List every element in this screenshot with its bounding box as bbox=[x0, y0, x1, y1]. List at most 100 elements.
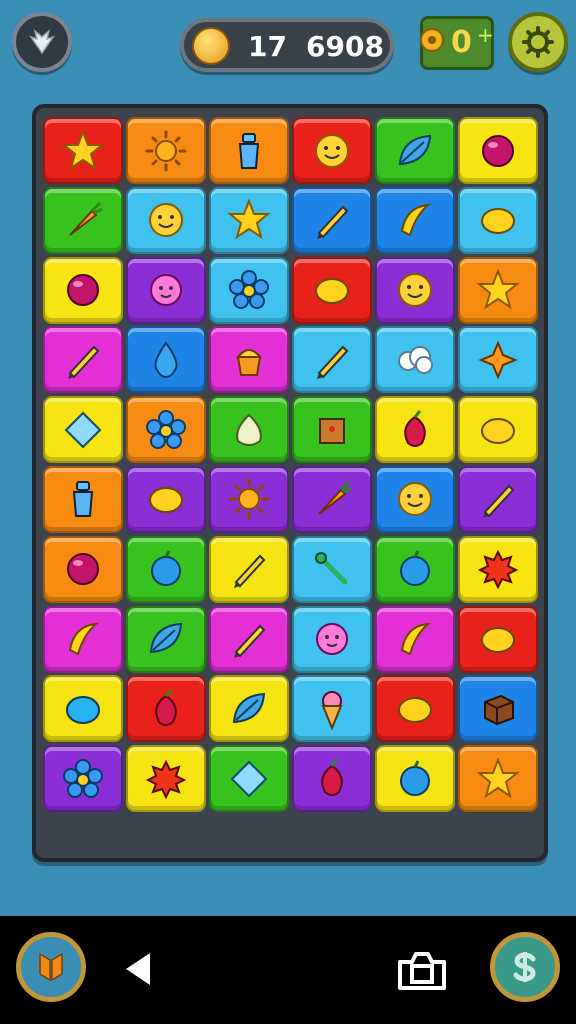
bottle-icon bbox=[238, 132, 260, 169]
gem-plus-icon: + bbox=[477, 23, 494, 47]
leaf-icon bbox=[149, 622, 183, 654]
tile-purple-flower-face[interactable] bbox=[126, 256, 206, 324]
tile-yellow-pencil[interactable] bbox=[209, 535, 289, 603]
tile-blue-smiley[interactable] bbox=[375, 465, 455, 533]
tile-purple-sun[interactable] bbox=[209, 465, 289, 533]
flower-icon bbox=[146, 409, 186, 449]
tile-blue-pencil[interactable] bbox=[292, 186, 372, 254]
pencil-icon bbox=[234, 624, 266, 659]
gem-counter[interactable]: 0 + bbox=[420, 16, 494, 70]
flower-icon bbox=[63, 758, 103, 798]
tile-orange-flower[interactable] bbox=[126, 396, 206, 464]
tile-red-lemon[interactable] bbox=[458, 605, 538, 673]
lemon-icon bbox=[315, 278, 349, 305]
lemon-icon bbox=[481, 417, 515, 444]
tile-orange-bottle[interactable] bbox=[209, 117, 289, 184]
tile-yellow-leaf[interactable] bbox=[209, 675, 289, 743]
tile-cyan-pencil[interactable] bbox=[292, 326, 372, 394]
cube-icon bbox=[484, 694, 514, 725]
tile-magenta-cupcake[interactable] bbox=[209, 326, 289, 394]
tile-cyan-flower[interactable] bbox=[209, 256, 289, 324]
tile-orange-star[interactable] bbox=[458, 745, 538, 813]
tile-yellow-diamond[interactable] bbox=[43, 396, 123, 464]
ball-icon bbox=[67, 553, 99, 586]
settings-button[interactable] bbox=[508, 12, 568, 72]
tile-cyan-stick[interactable] bbox=[292, 535, 372, 603]
tile-blue-drop[interactable] bbox=[126, 326, 206, 394]
tile-orange-star[interactable] bbox=[458, 256, 538, 324]
cloud-icon bbox=[398, 345, 433, 374]
tile-green-apple[interactable] bbox=[126, 535, 206, 603]
tile-yellow-apple[interactable] bbox=[375, 745, 455, 813]
apple-icon bbox=[400, 550, 430, 587]
tile-red-radish[interactable] bbox=[126, 675, 206, 743]
tile-magenta-banana[interactable] bbox=[43, 605, 123, 673]
tile-orange-ball[interactable] bbox=[43, 535, 123, 603]
tile-magenta-banana[interactable] bbox=[375, 605, 455, 673]
pencil-icon bbox=[483, 485, 515, 519]
tile-purple-carrot[interactable] bbox=[292, 465, 372, 533]
sun-icon bbox=[145, 130, 187, 171]
tile-magenta-pencil[interactable] bbox=[43, 326, 123, 394]
apple-icon bbox=[400, 760, 430, 796]
tile-yellow-ball[interactable] bbox=[458, 117, 538, 184]
star-icon bbox=[61, 128, 105, 170]
flower-icon bbox=[229, 270, 269, 310]
tile-orange-bottle[interactable] bbox=[43, 465, 123, 533]
game-board bbox=[32, 104, 548, 862]
tile-yellow-lemon[interactable] bbox=[458, 396, 538, 464]
tile-green-leaf[interactable] bbox=[375, 117, 455, 184]
leaf-icon bbox=[398, 134, 432, 165]
tile-yellow-splat[interactable] bbox=[126, 745, 206, 813]
tile-grid bbox=[43, 117, 538, 813]
banana-icon bbox=[400, 204, 432, 237]
gear-gem-icon bbox=[420, 28, 444, 52]
tile-red-lemon[interactable] bbox=[292, 256, 372, 324]
radish-icon bbox=[404, 409, 426, 447]
tile-cyan-star[interactable] bbox=[209, 186, 289, 254]
back-triangle-icon[interactable] bbox=[122, 950, 154, 988]
lemon-icon bbox=[481, 208, 515, 235]
bookmark-button[interactable] bbox=[16, 932, 86, 1002]
onion-icon bbox=[236, 413, 262, 446]
tile-magenta-pencil[interactable] bbox=[209, 605, 289, 673]
tile-blue-banana[interactable] bbox=[375, 186, 455, 254]
tile-cyan-sparkle[interactable] bbox=[458, 326, 538, 394]
menu-button[interactable] bbox=[12, 12, 72, 72]
tile-purple-radish[interactable] bbox=[292, 745, 372, 813]
tile-green-leaf[interactable] bbox=[126, 605, 206, 673]
camera-icon[interactable] bbox=[396, 948, 448, 992]
tile-cyan-smiley[interactable] bbox=[126, 186, 206, 254]
tile-purple-smiley[interactable] bbox=[375, 256, 455, 324]
tile-red-star[interactable] bbox=[43, 117, 123, 184]
tile-green-box[interactable] bbox=[292, 396, 372, 464]
tile-cyan-lemon[interactable] bbox=[458, 186, 538, 254]
bottle-icon bbox=[72, 481, 94, 518]
banana-icon bbox=[400, 622, 432, 656]
tile-red-lemon[interactable] bbox=[375, 675, 455, 743]
shop-button[interactable] bbox=[490, 932, 560, 1002]
tile-purple-lemon[interactable] bbox=[126, 465, 206, 533]
cupcake-icon bbox=[235, 348, 263, 376]
tile-cyan-flower-face[interactable] bbox=[292, 605, 372, 673]
tile-yellow-radish[interactable] bbox=[375, 396, 455, 464]
tile-green-onion[interactable] bbox=[209, 396, 289, 464]
tile-green-carrot[interactable] bbox=[43, 186, 123, 254]
tile-blue-cube[interactable] bbox=[458, 675, 538, 743]
leaf-icon bbox=[232, 692, 266, 723]
tile-orange-sun[interactable] bbox=[126, 117, 206, 184]
tile-purple-pencil[interactable] bbox=[458, 465, 538, 533]
tile-yellow-splat[interactable] bbox=[458, 535, 538, 603]
splat-icon bbox=[145, 759, 187, 799]
stick-icon bbox=[315, 552, 348, 585]
tile-green-apple[interactable] bbox=[375, 535, 455, 603]
tile-green-diamond[interactable] bbox=[209, 745, 289, 813]
tile-yellow-ball[interactable] bbox=[43, 256, 123, 324]
tile-cyan-icecream[interactable] bbox=[292, 675, 372, 743]
moves-counter: 17 bbox=[248, 30, 287, 63]
tile-cyan-cloud[interactable] bbox=[375, 326, 455, 394]
tile-red-smiley[interactable] bbox=[292, 117, 372, 184]
star-icon bbox=[476, 268, 520, 310]
tile-purple-flower[interactable] bbox=[43, 745, 123, 813]
tile-yellow-oval[interactable] bbox=[43, 675, 123, 743]
